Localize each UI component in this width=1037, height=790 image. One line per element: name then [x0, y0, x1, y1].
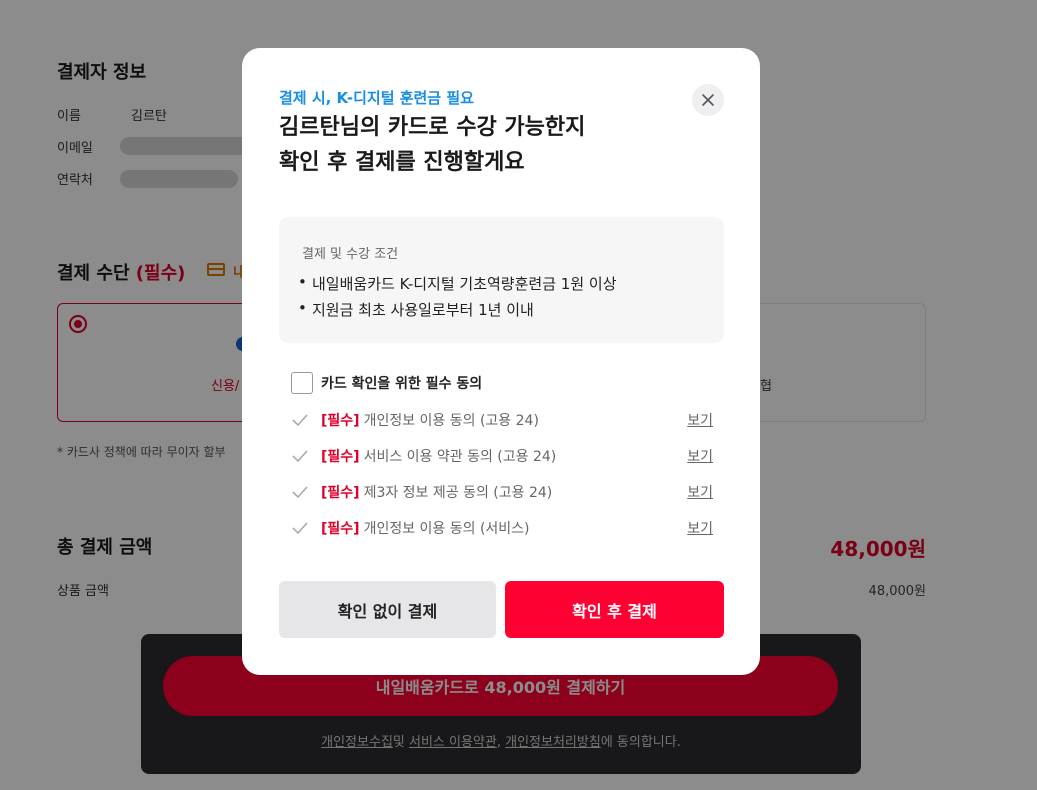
required-tag: [필수]: [321, 485, 360, 501]
view-agreement-link[interactable]: 보기: [687, 518, 713, 538]
agree-all-label: 카드 확인을 위한 필수 동의: [321, 376, 483, 392]
agreement-text: 서비스 이용 약관 동의 (고용 24): [363, 449, 557, 465]
check-icon[interactable]: [291, 411, 309, 429]
agreement-text: 개인정보 이용 동의 (고용 24): [363, 413, 539, 429]
close-button[interactable]: [692, 84, 724, 116]
required-tag: [필수]: [321, 413, 360, 429]
view-agreement-link[interactable]: 보기: [687, 410, 713, 430]
check-icon[interactable]: [291, 447, 309, 465]
agreement-row: [필수] 제3자 정보 제공 동의 (고용 24) 보기: [291, 482, 713, 502]
agree-all-checkbox[interactable]: [291, 372, 313, 394]
pay-without-check-button[interactable]: 확인 없이 결제: [279, 581, 496, 638]
modal-subtitle: 결제 시, K-디지털 훈련금 필요: [279, 89, 474, 107]
close-icon: [702, 94, 714, 106]
modal-title: 김르탄님의 카드로 수강 가능한지 확인 후 결제를 진행할게요: [279, 115, 586, 175]
required-tag: [필수]: [321, 449, 360, 465]
view-agreement-link[interactable]: 보기: [687, 446, 713, 466]
view-agreement-link[interactable]: 보기: [687, 482, 713, 502]
required-tag: [필수]: [321, 521, 360, 537]
agree-all-row[interactable]: 카드 확인을 위한 필수 동의: [291, 372, 482, 394]
conditions-title: 결제 및 수강 조건: [302, 247, 399, 262]
agreement-row: [필수] 개인정보 이용 동의 (서비스) 보기: [291, 518, 713, 538]
condition-item: 지원금 최초 사용일로부터 1년 이내: [298, 299, 534, 320]
conditions-box: 결제 및 수강 조건 내일배움카드 K-디지털 기초역량훈련금 1원 이상 지원…: [279, 217, 724, 343]
card-verification-modal: 결제 시, K-디지털 훈련금 필요 김르탄님의 카드로 수강 가능한지 확인 …: [242, 48, 760, 675]
check-and-pay-button[interactable]: 확인 후 결제: [505, 581, 724, 638]
agreement-text: 제3자 정보 제공 동의 (고용 24): [363, 485, 553, 501]
agreement-row: [필수] 서비스 이용 약관 동의 (고용 24) 보기: [291, 446, 713, 466]
check-icon[interactable]: [291, 483, 309, 501]
agreement-row: [필수] 개인정보 이용 동의 (고용 24) 보기: [291, 410, 713, 430]
check-icon[interactable]: [291, 519, 309, 537]
condition-item: 내일배움카드 K-디지털 기초역량훈련금 1원 이상: [298, 273, 616, 294]
agreement-text: 개인정보 이용 동의 (서비스): [363, 521, 530, 537]
